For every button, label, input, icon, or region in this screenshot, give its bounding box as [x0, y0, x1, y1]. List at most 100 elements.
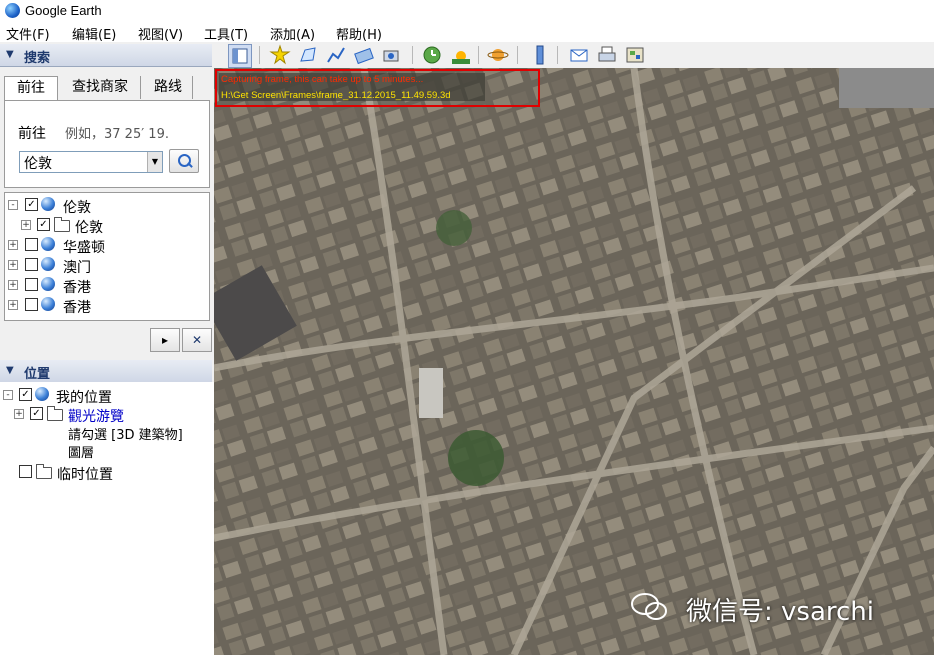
expand-icon[interactable]: +	[21, 220, 31, 230]
list-item[interactable]: + 华盛顿	[5, 235, 205, 256]
checkbox[interactable]	[25, 298, 38, 311]
search-panel-title: 搜索	[24, 51, 51, 66]
checkbox[interactable]: ✓	[30, 407, 43, 420]
list-item[interactable]: + ✓ 觀光游覽	[0, 404, 210, 426]
result-label: 伦敦	[75, 220, 103, 236]
menu-help[interactable]: 帮助(H)	[336, 24, 382, 43]
clear-results-button[interactable]: ✕	[182, 328, 212, 352]
folder-icon	[36, 464, 52, 479]
record-tour-button[interactable]	[381, 44, 403, 66]
toggle-results-button[interactable]: ▸	[150, 328, 180, 352]
sidebar: ▼ 搜索 前往 查找商家 路线 前往 例如，37 25′ 19. 伦敦 ▼ - …	[0, 42, 214, 655]
capture-status-text: Capturing frame, this can take up to 5 m…	[221, 74, 424, 85]
result-label: 华盛顿	[63, 240, 105, 256]
ruler-button[interactable]	[529, 44, 551, 66]
sidebar-icon	[232, 48, 248, 64]
search-panel-header[interactable]: ▼ 搜索	[0, 44, 212, 67]
wechat-icon	[631, 593, 667, 620]
checkbox[interactable]	[25, 278, 38, 291]
menu-view[interactable]: 视图(V)	[138, 24, 183, 43]
globe-icon	[41, 277, 55, 291]
fly-to-label: 前往	[18, 126, 46, 142]
path-icon	[327, 47, 345, 63]
menu-add[interactable]: 添加(A)	[270, 24, 315, 43]
expand-icon[interactable]: +	[8, 240, 18, 250]
checkbox[interactable]: ✓	[19, 388, 32, 401]
search-input[interactable]: 伦敦 ▼	[19, 151, 163, 173]
capture-status-highlight: Capturing frame, this can take up to 5 m…	[215, 69, 540, 107]
sightseeing-note-2: 圖層	[68, 446, 95, 461]
clock-icon	[423, 46, 441, 64]
search-input-value: 伦敦	[24, 156, 52, 172]
polygon-icon	[300, 47, 316, 62]
tab-fly-to[interactable]: 前往	[4, 76, 58, 100]
places-panel-title: 位置	[24, 367, 51, 382]
list-item[interactable]: + ✓ 伦敦	[5, 215, 205, 236]
view-in-maps-button[interactable]	[624, 44, 646, 66]
list-item[interactable]: - ✓ 我的位置	[0, 385, 210, 406]
checkbox[interactable]	[25, 238, 38, 251]
list-item[interactable]: + 香港	[5, 275, 205, 296]
search-button[interactable]	[169, 149, 199, 173]
google-earth-logo-icon	[5, 3, 20, 18]
collapse-icon[interactable]: -	[3, 390, 13, 400]
folder-icon	[54, 217, 70, 232]
expand-icon[interactable]: +	[8, 300, 18, 310]
sightseeing-link[interactable]: 觀光游覽	[68, 406, 124, 426]
tab-find-business[interactable]: 查找商家	[60, 76, 141, 99]
globe-icon	[41, 297, 55, 311]
map-icon	[626, 47, 644, 63]
map-view[interactable]: Capturing frame, this can take up to 5 m…	[214, 68, 934, 655]
list-item[interactable]: 临时位置	[0, 462, 210, 483]
temp-places-label: 临时位置	[57, 467, 113, 483]
menu-file[interactable]: 文件(F)	[6, 24, 50, 43]
add-placemark-button[interactable]	[269, 44, 291, 66]
capture-file-path: H:\Get Screen\Frames\frame_31.12.2015_11…	[221, 90, 451, 101]
collapse-arrow-icon: ▼	[6, 49, 14, 60]
expand-icon[interactable]: +	[8, 280, 18, 290]
dropdown-arrow-icon[interactable]: ▼	[147, 152, 162, 172]
menu-tools[interactable]: 工具(T)	[204, 24, 248, 43]
expand-icon[interactable]: +	[14, 409, 24, 419]
expand-icon[interactable]: +	[8, 260, 18, 270]
sun-icon	[452, 51, 470, 64]
envelope-icon	[570, 49, 588, 62]
result-label: 香港	[63, 280, 91, 296]
collapse-icon[interactable]: -	[8, 200, 18, 210]
globe-icon	[41, 197, 55, 211]
list-item[interactable]: - ✓ 伦敦	[5, 195, 205, 216]
menu-bar: 文件(F) 编辑(E) 视图(V) 工具(T) 添加(A) 帮助(H)	[0, 22, 934, 43]
list-item[interactable]: + 澳门	[5, 255, 205, 276]
add-overlay-button[interactable]	[353, 44, 375, 66]
result-label: 澳门	[63, 260, 91, 276]
globe-icon	[41, 257, 55, 271]
checkbox[interactable]: ✓	[25, 198, 38, 211]
printer-icon	[598, 46, 616, 62]
window-title: Google Earth	[25, 3, 102, 18]
image-overlay-icon	[354, 47, 374, 65]
checkbox[interactable]	[25, 258, 38, 271]
print-button[interactable]	[596, 44, 618, 66]
result-label: 香港	[63, 300, 91, 316]
planets-button[interactable]	[487, 44, 509, 66]
camera-icon	[383, 50, 399, 62]
checkbox[interactable]: ✓	[37, 218, 50, 231]
sunlight-button[interactable]	[450, 44, 472, 66]
planet-icon	[487, 49, 509, 61]
menu-edit[interactable]: 编辑(E)	[72, 24, 116, 43]
result-label: 伦敦	[63, 200, 91, 216]
tab-directions[interactable]: 路线	[144, 76, 193, 99]
places-panel-header[interactable]: ▼ 位置	[0, 360, 212, 383]
email-button[interactable]	[568, 44, 590, 66]
fly-to-hint: 例如，37 25′ 19.	[65, 127, 169, 142]
globe-icon	[35, 387, 49, 401]
checkbox[interactable]	[19, 465, 32, 478]
watermark: 微信号: vsarchi	[686, 597, 875, 627]
historical-imagery-button[interactable]	[421, 44, 443, 66]
collapse-arrow-icon: ▼	[6, 365, 14, 376]
list-item[interactable]: + 香港	[5, 295, 205, 316]
add-polygon-button[interactable]	[297, 44, 319, 66]
sidebar-toggle-button[interactable]	[228, 44, 252, 68]
placemark-icon	[269, 44, 291, 65]
add-path-button[interactable]	[325, 44, 347, 66]
